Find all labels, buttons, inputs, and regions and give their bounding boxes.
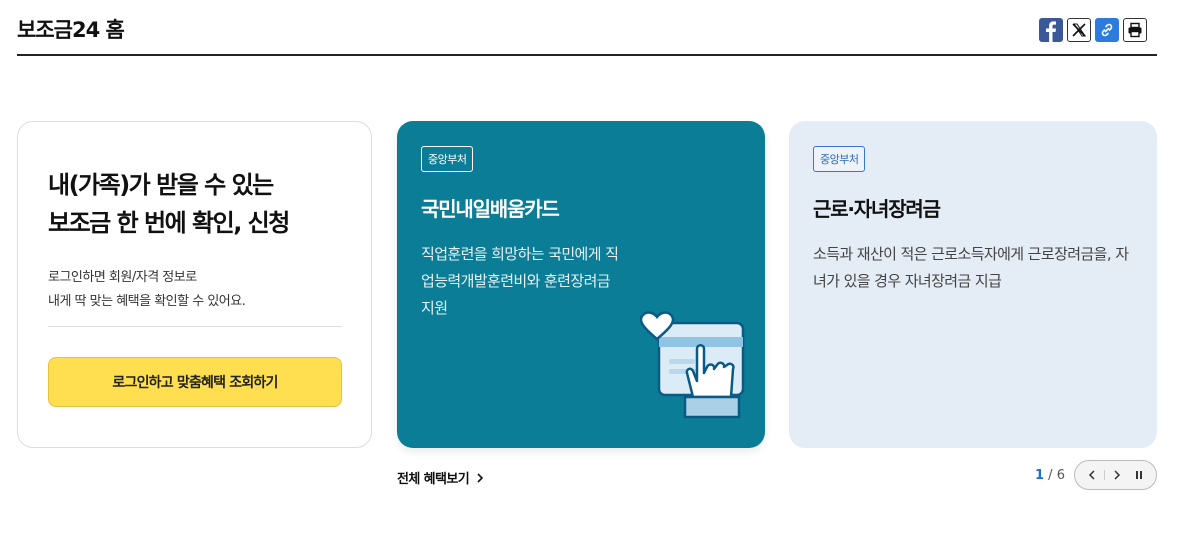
page-current: 1 [1035, 468, 1045, 483]
benefit-card-earned-income-credit[interactable]: 중앙부처 근로·자녀장려금 소득과 재산이 적은 근로소득자에게 근로장려금을,… [789, 121, 1157, 448]
ministry-badge: 중앙부처 [813, 146, 866, 172]
login-desc-line2: 내게 딱 맞는 혜택을 확인할 수 있어요. [48, 294, 246, 309]
copy-link-button[interactable] [1095, 18, 1119, 42]
page-title: 보조금24 홈 [17, 18, 125, 42]
page-total: 6 [1056, 468, 1065, 483]
login-heading: 내(가족)가 받을 수 있는 보조금 한 번에 확인, 신청 [48, 166, 348, 242]
carousel-pause-button[interactable] [1129, 465, 1149, 485]
ministry-badge: 중앙부처 [421, 146, 474, 172]
login-heading-line1: 내(가족)가 받을 수 있는 [48, 171, 274, 199]
page-indicator: 1 / 6 [1035, 468, 1065, 483]
chevron-left-icon [1088, 470, 1095, 480]
login-benefit-search-button[interactable]: 로그인하고 맞춤혜택 조회하기 [48, 357, 342, 407]
carousel-prev-button[interactable] [1082, 465, 1102, 485]
carousel-next-button[interactable] [1107, 465, 1127, 485]
view-all-benefits-link[interactable]: 전체 혜택보기 [397, 468, 485, 487]
benefit-card-learning-card[interactable]: 중앙부처 국민내일배움카드 직업훈련을 희망하는 국민에게 직업능력개발훈련비와… [397, 121, 765, 448]
carousel-controls [1074, 460, 1157, 490]
print-button[interactable] [1123, 18, 1147, 42]
page-header: 보조금24 홈 [17, 0, 1157, 56]
page-separator: / [1044, 468, 1057, 483]
card-touch-heart-illustration [639, 311, 745, 419]
divider [48, 326, 342, 327]
login-description: 로그인하면 회원/자격 정보로 내게 딱 맞는 혜택을 확인할 수 있어요. [48, 266, 246, 314]
link-icon [1101, 23, 1113, 37]
benefit-description: 직업훈련을 희망하는 국민에게 직업능력개발훈련비와 훈련장려금 지원 [421, 245, 619, 317]
login-desc-line1: 로그인하면 회원/자격 정보로 [48, 270, 197, 285]
login-card: 내(가족)가 받을 수 있는 보조금 한 번에 확인, 신청 로그인하면 회원/… [17, 121, 372, 448]
pause-icon [1136, 471, 1142, 479]
benefit-title: 근로·자녀장려금 [813, 197, 941, 221]
print-icon [1128, 22, 1142, 38]
benefit-title: 국민내일배움카드 [421, 197, 560, 221]
view-all-label: 전체 혜택보기 [397, 472, 470, 487]
x-share-button[interactable] [1067, 18, 1091, 42]
x-icon [1072, 23, 1086, 37]
chevron-right-icon [477, 472, 484, 483]
control-divider [1104, 470, 1105, 480]
benefit-description: 소득과 재산이 적은 근로소득자에게 근로장려금을, 자녀가 있을 경우 자녀장… [813, 245, 1129, 290]
chevron-right-icon [1114, 470, 1121, 480]
facebook-share-button[interactable] [1039, 18, 1063, 42]
facebook-icon [1046, 21, 1056, 42]
login-heading-line2: 보조금 한 번에 확인, 신청 [48, 209, 290, 237]
share-toolbar [1039, 18, 1147, 42]
